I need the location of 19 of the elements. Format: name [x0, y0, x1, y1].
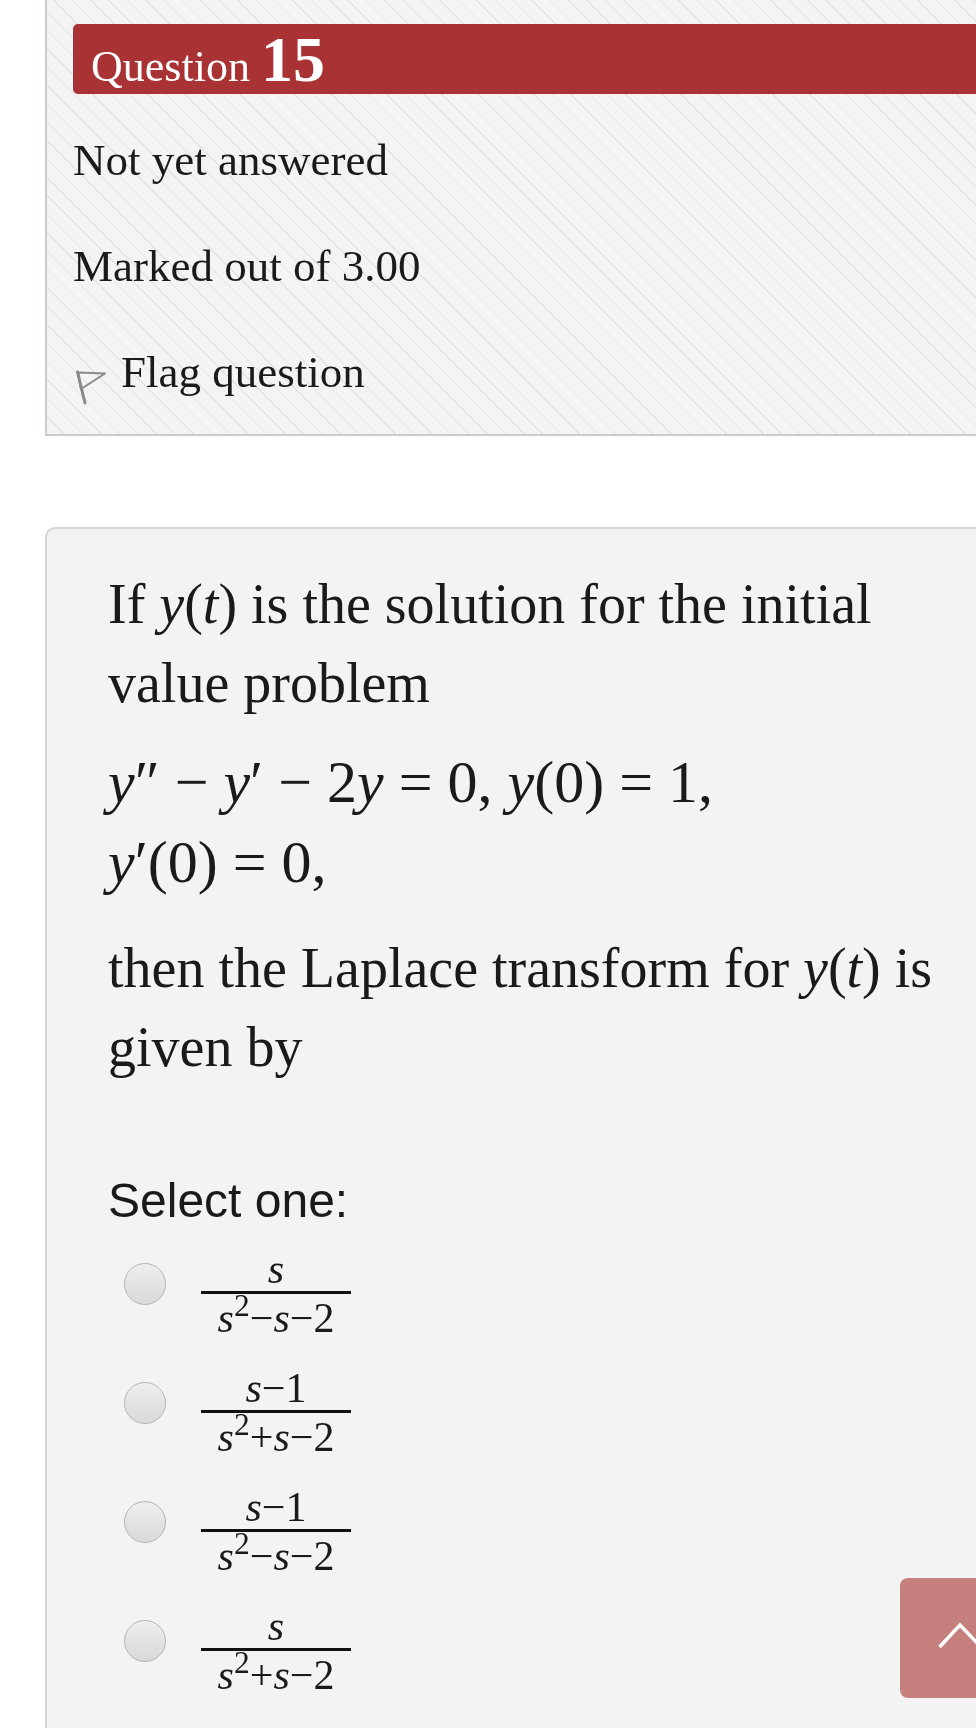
- answer-fraction: s s$^{2}$+s−2: [201, 1604, 351, 1699]
- question-status: Not yet answered: [73, 136, 388, 184]
- radio-button[interactable]: [124, 1620, 166, 1662]
- radio-button[interactable]: [124, 1382, 166, 1424]
- scroll-to-top-button[interactable]: [900, 1578, 976, 1698]
- equation: y″ − y′ − 2y = 0, y(0) = 1, y′(0) = 0,: [100, 742, 721, 902]
- chevron-up-icon: [938, 1622, 976, 1649]
- answer-fraction: s−1 s$^{2}$−s−2: [201, 1485, 351, 1580]
- radio-button[interactable]: [124, 1501, 166, 1543]
- radio-button[interactable]: [124, 1263, 166, 1305]
- answer-fraction: s−1 s$^{2}$+s−2: [201, 1366, 351, 1461]
- question-label: Question: [91, 45, 250, 89]
- question-text: then the Laplace transform for y(t) is given by: [108, 936, 934, 1080]
- grade-text: Marked out of 3.00: [73, 242, 421, 290]
- question-text: If y(t) is the solution for the initial value problem: [108, 572, 873, 716]
- flag-question-link[interactable]: Flag question: [73, 348, 365, 405]
- question-number: 15: [260, 28, 325, 92]
- select-one-label: Select one:: [108, 1173, 349, 1229]
- answer-fraction: s s$^{2}$−s−2: [201, 1247, 351, 1342]
